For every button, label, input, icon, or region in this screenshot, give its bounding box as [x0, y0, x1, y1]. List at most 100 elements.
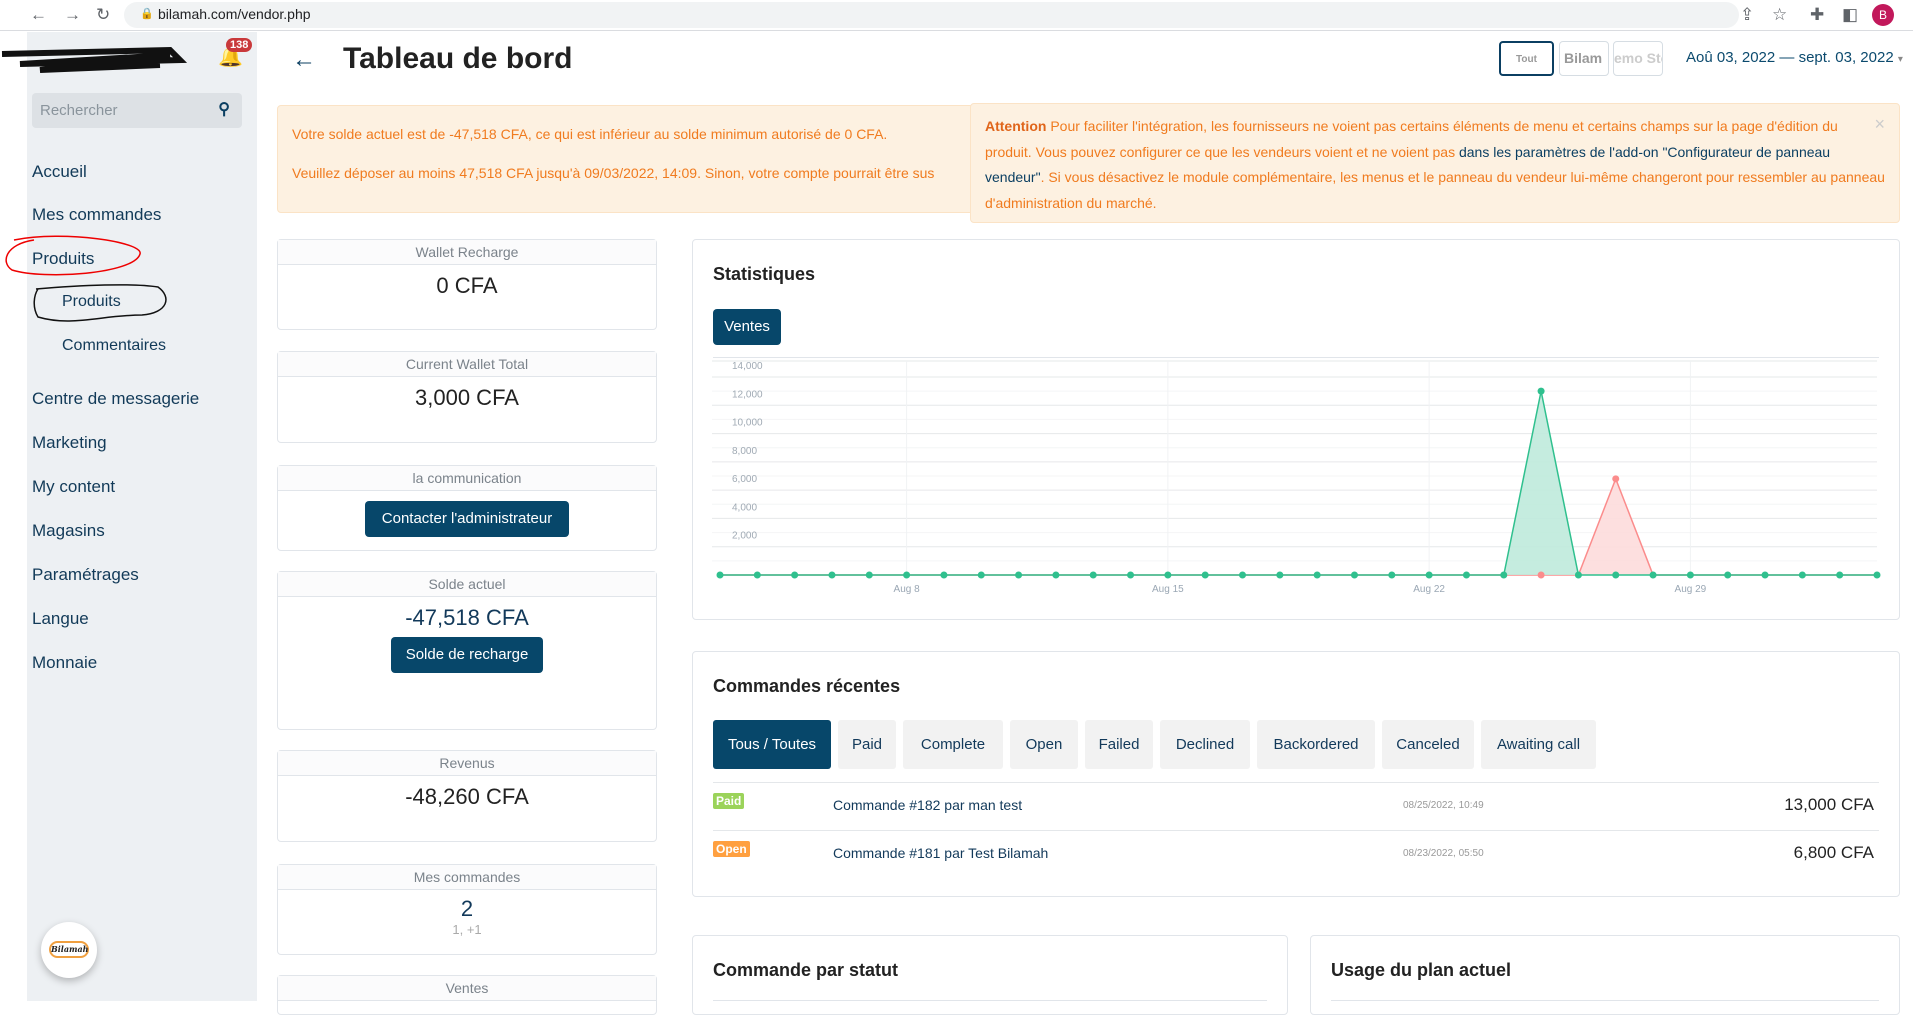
- order-filter-tab[interactable]: Failed: [1085, 720, 1153, 769]
- card-value: -48,260 CFA: [405, 784, 529, 809]
- my-orders-card[interactable]: Mes commandes 2 1, +1: [277, 864, 657, 955]
- date-range-picker[interactable]: Aoû 03, 2022 — sept. 03, 2022 ▾: [1686, 49, 1903, 66]
- sidebar-item[interactable]: Accueil: [32, 162, 87, 182]
- card-detail: 1, +1: [452, 922, 482, 937]
- side-panel-icon[interactable]: ◧: [1842, 5, 1858, 25]
- order-filter-tab[interactable]: Canceled: [1382, 720, 1474, 769]
- order-filter-tab[interactable]: Declined: [1160, 720, 1250, 769]
- data-point: [940, 571, 948, 579]
- order-amount: 13,000 CFA: [1784, 795, 1874, 814]
- sidebar-item[interactable]: Mes commandes: [32, 205, 161, 225]
- data-point: [1089, 571, 1097, 579]
- card-label: Current Wallet Total: [278, 352, 656, 377]
- card-label: Wallet Recharge: [278, 240, 656, 265]
- order-row[interactable]: Paid Commande #182 par man test 08/25/20…: [713, 782, 1879, 830]
- search-icon[interactable]: ⚲: [218, 99, 230, 119]
- order-filter-tab[interactable]: Tous / Toutes: [713, 720, 831, 769]
- attention-text-end: . Si vous désactivez le module complémen…: [985, 169, 1885, 211]
- order-date: 08/23/2022, 05:50: [1403, 848, 1484, 859]
- back-arrow-icon[interactable]: ←: [292, 46, 316, 74]
- data-point: [1313, 571, 1321, 579]
- data-point: [1574, 571, 1582, 579]
- store-tout-button[interactable]: Tout: [1499, 41, 1554, 76]
- bilamah-logo[interactable]: Bilamah: [41, 922, 97, 978]
- order-filter-tab[interactable]: Backordered: [1257, 720, 1375, 769]
- profile-avatar[interactable]: B: [1872, 4, 1894, 26]
- card-value: 0 CFA: [436, 273, 498, 298]
- date-range-text: Aoû 03, 2022 — sept. 03, 2022: [1686, 49, 1894, 66]
- y-tick-label: 2,000: [732, 531, 757, 542]
- data-point: [1537, 387, 1545, 395]
- browser-toolbar: ← → ↻ 🔒 bilamah.com/vendor.php ⇪ ☆ ✚ ◧ B: [0, 0, 1913, 31]
- card-value: -47,518 CFA: [405, 605, 529, 630]
- card-label: Revenus: [278, 751, 656, 776]
- sidebar-item[interactable]: Magasins: [32, 521, 105, 541]
- sidebar-item[interactable]: Langue: [32, 609, 89, 629]
- orders-by-status-title: Commande par statut: [713, 960, 899, 980]
- data-point: [977, 571, 985, 579]
- sidebar-item[interactable]: Paramétrages: [32, 565, 139, 585]
- attention-label: Attention: [985, 118, 1047, 134]
- sidebar-item[interactable]: Centre de messagerie: [32, 389, 199, 409]
- card-label: Ventes: [278, 976, 656, 1001]
- y-tick-label: 8,000: [732, 446, 757, 457]
- sidebar-item[interactable]: Commentaires: [62, 337, 166, 355]
- data-point: [1015, 571, 1023, 579]
- order-filter-tab[interactable]: Complete: [903, 720, 1003, 769]
- card-value: 3,000 CFA: [415, 385, 519, 410]
- data-point: [1201, 571, 1209, 579]
- store-demo-button[interactable]: emo Sto: [1613, 41, 1663, 76]
- order-link[interactable]: Commande #182 par man test: [833, 797, 1022, 813]
- url-text[interactable]: bilamah.com/vendor.php: [158, 6, 311, 22]
- order-filter-tab[interactable]: Awaiting call: [1481, 720, 1596, 769]
- series-line: [720, 390, 1877, 576]
- communication-card: la communication Contacter l'administrat…: [277, 465, 657, 551]
- back-icon[interactable]: ←: [30, 5, 47, 25]
- x-tick-label: Aug 15: [1152, 584, 1184, 595]
- data-point: [1836, 571, 1844, 579]
- share-icon[interactable]: ⇪: [1740, 5, 1754, 25]
- x-tick-label: Aug 22: [1413, 584, 1445, 595]
- sales-tab[interactable]: Ventes: [713, 309, 781, 345]
- address-bar[interactable]: [124, 2, 1739, 28]
- y-tick-label: 6,000: [732, 474, 757, 485]
- sidebar-item[interactable]: My content: [32, 477, 115, 497]
- data-point: [791, 571, 799, 579]
- sidebar-item[interactable]: Marketing: [32, 433, 107, 453]
- order-link[interactable]: Commande #181 par Test Bilamah: [833, 845, 1048, 861]
- data-point: [828, 571, 836, 579]
- redacted-logo: [1, 46, 188, 73]
- data-point: [1686, 571, 1694, 579]
- data-point: [1388, 571, 1396, 579]
- search-input[interactable]: Rechercher ⚲: [32, 93, 242, 128]
- data-point: [1612, 475, 1620, 483]
- balance-warning-line1: Votre solde actuel est de -47,518 CFA, c…: [292, 126, 888, 142]
- statistics-title: Statistiques: [713, 264, 816, 284]
- order-row[interactable]: Open Commande #181 par Test Bilamah 08/2…: [713, 830, 1879, 878]
- orders-by-status-panel: Commande par statut: [692, 935, 1288, 1015]
- contact-admin-button[interactable]: Contacter l'administrateur: [365, 501, 569, 537]
- order-filter-tab[interactable]: Open: [1010, 720, 1078, 769]
- lock-icon: 🔒: [140, 8, 154, 20]
- store-bilamah-button[interactable]: Bilam: [1559, 41, 1609, 76]
- sidebar-item[interactable]: Monnaie: [32, 653, 97, 673]
- forward-icon[interactable]: →: [64, 5, 81, 25]
- data-point: [1462, 571, 1470, 579]
- red-annotation-circle: [5, 235, 141, 276]
- recharge-balance-button[interactable]: Solde de recharge: [391, 637, 543, 673]
- data-point: [1276, 571, 1284, 579]
- close-icon[interactable]: ×: [1874, 112, 1885, 138]
- caret-down-icon: ▾: [1897, 54, 1903, 65]
- extensions-icon[interactable]: ✚: [1810, 5, 1824, 25]
- balance-warning-alert: Votre solde actuel est de -47,518 CFA, c…: [277, 105, 997, 213]
- data-point: [1127, 571, 1135, 579]
- attention-alert: Attention Pour faciliter l'intégration, …: [970, 103, 1900, 223]
- wallet-total-card: Current Wallet Total 3,000 CFA: [277, 351, 657, 443]
- star-icon[interactable]: ☆: [1772, 5, 1787, 25]
- recent-orders-panel: Commandes récentes Tous / Toutes Paid Comp…: [692, 651, 1900, 897]
- y-tick-label: 14,000: [732, 361, 763, 372]
- recent-orders-title: Commandes récentes: [713, 676, 901, 696]
- reload-icon[interactable]: ↻: [96, 5, 110, 25]
- order-filter-tab[interactable]: Paid: [838, 720, 896, 769]
- data-point: [1425, 571, 1433, 579]
